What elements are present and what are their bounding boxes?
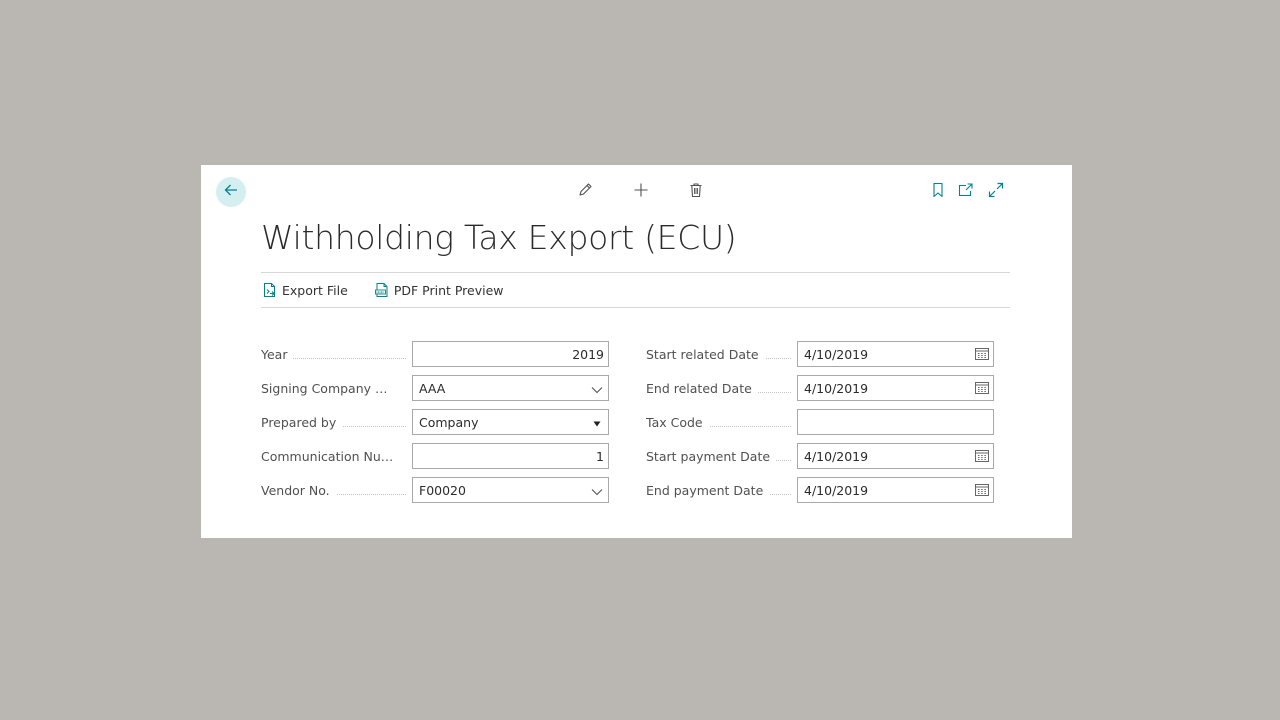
end-related-date-input[interactable]: 4/10/2019 <box>797 375 994 401</box>
end-payment-date-input[interactable]: 4/10/2019 <box>797 477 994 503</box>
prepared-by-value: Company <box>419 414 479 430</box>
date-picker-button[interactable] <box>971 444 993 468</box>
communication-number-value: 1 <box>596 448 604 464</box>
year-label: Year <box>261 346 294 362</box>
bookmark-button[interactable] <box>929 182 947 202</box>
page-card: Withholding Tax Export (ECU) Export File <box>201 165 1072 538</box>
open-new-window-button[interactable] <box>957 183 975 201</box>
communication-number-input[interactable]: 1 <box>412 443 609 469</box>
new-button[interactable] <box>632 183 650 201</box>
signing-company-officer-value: AAA <box>419 380 446 396</box>
signing-company-officer-input[interactable]: AAA <box>412 375 609 401</box>
start-related-date-input[interactable]: 4/10/2019 <box>797 341 994 367</box>
signing-company-officer-label: Signing Company Offi... <box>261 380 397 396</box>
plus-icon <box>633 182 649 202</box>
start-related-date-label: Start related Date <box>646 346 765 362</box>
export-file-label: Export File <box>282 282 348 298</box>
pencil-icon <box>577 182 593 202</box>
end-related-date-value: 4/10/2019 <box>804 380 869 396</box>
year-field: Year 2019 <box>261 341 609 367</box>
lookup-dropdown-button[interactable] <box>586 478 608 502</box>
calendar-icon <box>975 447 989 466</box>
back-button[interactable] <box>216 177 246 207</box>
communication-number-field: Communication Num... 1 <box>261 443 609 469</box>
field-label-container: Communication Num... <box>261 443 412 469</box>
bookmark-icon <box>930 182 946 202</box>
lookup-dropdown-button[interactable] <box>586 376 608 400</box>
start-related-date-value: 4/10/2019 <box>804 346 869 362</box>
chevron-down-icon <box>591 379 603 398</box>
delete-button[interactable] <box>687 183 705 201</box>
vendor-no-field: Vendor No. F00020 <box>261 477 609 503</box>
field-label-container: Tax Code <box>646 409 797 435</box>
field-label-container: End payment Date <box>646 477 797 503</box>
date-picker-button[interactable] <box>971 376 993 400</box>
field-label-container: Signing Company Offi... <box>261 375 412 401</box>
export-file-icon <box>262 282 278 298</box>
pdf-print-preview-label: PDF Print Preview <box>393 282 504 298</box>
date-picker-button[interactable] <box>971 342 993 366</box>
field-label-container: Vendor No. <box>261 477 412 503</box>
pdf-document-icon <box>374 282 390 298</box>
page-title: Withholding Tax Export (ECU) <box>261 218 737 257</box>
chevron-down-icon <box>591 481 603 500</box>
vendor-no-value: F00020 <box>419 482 466 498</box>
edit-button[interactable] <box>576 183 594 201</box>
calendar-icon <box>975 345 989 364</box>
field-label-container: Year <box>261 341 412 367</box>
tax-code-input[interactable] <box>797 409 994 435</box>
arrow-left-icon <box>223 182 239 202</box>
start-payment-date-input[interactable]: 4/10/2019 <box>797 443 994 469</box>
action-bar: Export File PDF Print Preview <box>261 272 1010 308</box>
start-payment-date-field: Start payment Date 4/10/2019 <box>646 443 994 469</box>
communication-number-label: Communication Num... <box>261 448 397 464</box>
end-payment-date-label: End payment Date <box>646 482 770 498</box>
vendor-no-label: Vendor No. <box>261 482 336 498</box>
date-picker-button[interactable] <box>971 478 993 502</box>
field-label-container: Start payment Date <box>646 443 797 469</box>
field-label-container: End related Date <box>646 375 797 401</box>
pdf-print-preview-action[interactable]: PDF Print Preview <box>374 275 504 305</box>
end-payment-date-field: End payment Date 4/10/2019 <box>646 477 994 503</box>
trash-icon <box>688 182 704 202</box>
tax-code-label: Tax Code <box>646 414 709 430</box>
expand-button[interactable] <box>987 182 1005 202</box>
signing-company-officer-field: Signing Company Offi... AAA <box>261 375 609 401</box>
field-label-container: Prepared by <box>261 409 412 435</box>
start-payment-date-value: 4/10/2019 <box>804 448 869 464</box>
start-related-date-field: Start related Date 4/10/2019 <box>646 341 994 367</box>
start-payment-date-label: Start payment Date <box>646 448 777 464</box>
field-label-container: Start related Date <box>646 341 797 367</box>
calendar-icon <box>975 379 989 398</box>
open-in-new-window-icon <box>958 182 974 202</box>
end-related-date-field: End related Date 4/10/2019 <box>646 375 994 401</box>
option-dropdown-button[interactable] <box>586 410 608 434</box>
calendar-icon <box>975 481 989 500</box>
expand-icon <box>988 182 1004 202</box>
year-input[interactable]: 2019 <box>412 341 609 367</box>
export-file-action[interactable]: Export File <box>262 275 348 305</box>
prepared-by-label: Prepared by <box>261 414 343 430</box>
end-payment-date-value: 4/10/2019 <box>804 482 869 498</box>
caret-down-icon <box>592 413 602 432</box>
tax-code-field: Tax Code <box>646 409 994 435</box>
prepared-by-field: Prepared by Company <box>261 409 609 435</box>
end-related-date-label: End related Date <box>646 380 758 396</box>
prepared-by-select[interactable]: Company <box>412 409 609 435</box>
vendor-no-input[interactable]: F00020 <box>412 477 609 503</box>
year-value: 2019 <box>572 346 604 362</box>
